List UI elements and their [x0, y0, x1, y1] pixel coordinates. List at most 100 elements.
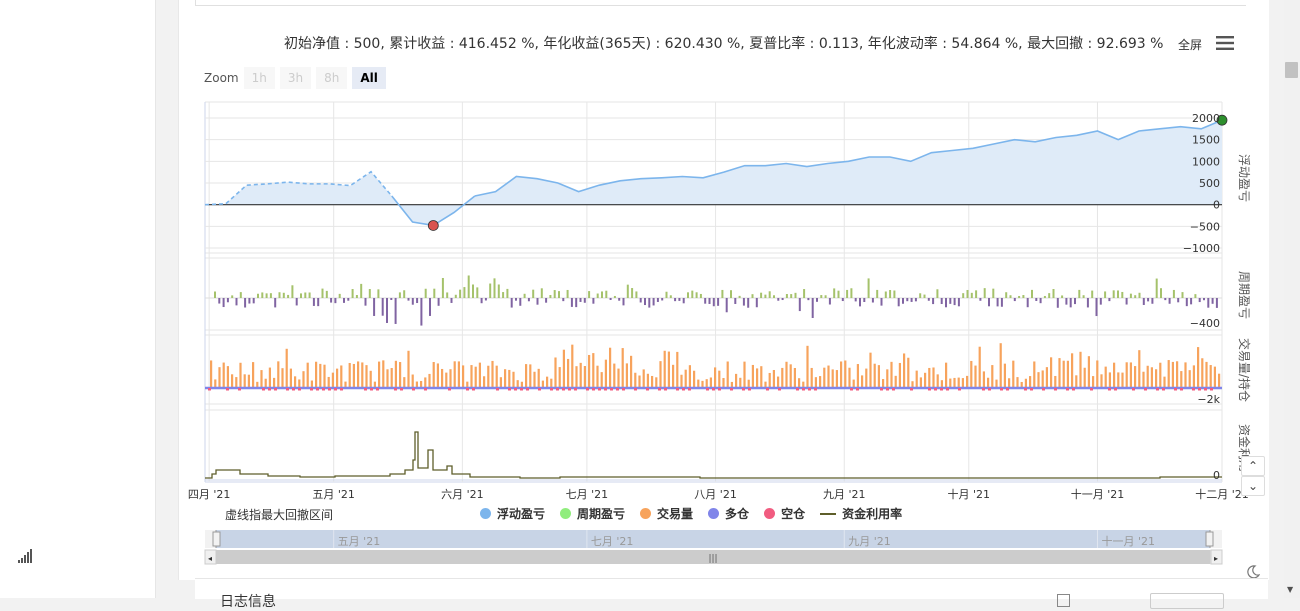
period-bar [1005, 292, 1008, 298]
volume-bar [386, 369, 389, 388]
period-bar [635, 291, 638, 298]
volume-bar [1142, 371, 1145, 388]
volume-bar [714, 367, 717, 388]
page-scrollbar[interactable]: ▼ [1284, 0, 1300, 598]
volume-bar [810, 367, 813, 388]
short-position-mark [310, 388, 313, 391]
period-bar [1198, 298, 1201, 303]
scroll-down-button[interactable]: ⌄ [1241, 476, 1265, 496]
short-position-mark [946, 388, 949, 391]
period-bar [768, 291, 771, 298]
volume-bar [319, 363, 322, 388]
legend-item-short[interactable]: 空仓 [764, 505, 805, 522]
navigator-right-handle[interactable] [1205, 531, 1214, 547]
short-position-mark [574, 388, 577, 391]
period-bar [867, 278, 870, 298]
period-bar [588, 291, 591, 298]
legend-label: 资金利用率 [842, 507, 903, 521]
legend-item-floating-pnl[interactable]: 浮动盈亏 [480, 505, 545, 522]
short-position-mark [988, 388, 991, 391]
volume-bar [394, 360, 397, 388]
navigator-tick-label: 七月 '21 [591, 535, 634, 548]
short-position-mark [598, 388, 601, 391]
period-bar [226, 298, 229, 303]
short-position-mark [340, 388, 343, 391]
pane-title: 交易量/持仓 [1237, 338, 1252, 402]
legend-item-volume[interactable]: 交易量 [640, 505, 693, 522]
navigator-left-handle[interactable] [212, 531, 221, 547]
period-bar [330, 298, 333, 303]
period-bar [1194, 294, 1197, 298]
period-bar [334, 298, 337, 304]
volume-bar [1163, 376, 1166, 388]
volume-bar [1075, 375, 1078, 388]
volume-bar [869, 352, 872, 388]
page-scrollbar-thumb[interactable] [1285, 62, 1298, 78]
short-position-mark [634, 388, 637, 391]
short-position-mark [1114, 388, 1117, 391]
volume-bar [756, 368, 759, 388]
volume-bar [457, 361, 460, 388]
period-bar [652, 298, 655, 306]
period-bar [489, 283, 492, 298]
period-bar [975, 290, 978, 298]
period-bar [325, 290, 328, 298]
scroll-left-arrow-icon[interactable]: ◂ [208, 554, 212, 563]
volume-bar [478, 362, 481, 388]
short-position-mark [520, 388, 523, 391]
volume-bar [999, 343, 1002, 388]
legend-item-utilization[interactable]: 资金利用率 [820, 505, 902, 522]
short-position-mark [712, 388, 715, 391]
navigator[interactable]: 五月 '21 七月 '21 九月 '21 十一月 '21 ||| ◂ ▸ [204, 530, 1223, 565]
log-action-button[interactable] [1150, 593, 1224, 609]
scrollbar-down-arrow-icon[interactable]: ▼ [1287, 585, 1293, 594]
pane-tick-label: 0 [1213, 469, 1220, 482]
volume-bar [840, 361, 843, 388]
short-position-mark [1180, 388, 1183, 391]
period-bar [1177, 298, 1180, 303]
period-bar [601, 291, 603, 298]
legend-label: 交易量 [657, 507, 694, 521]
volume-bar [432, 362, 435, 388]
period-bar [343, 298, 345, 303]
short-position-mark [514, 388, 517, 391]
volume-bar [835, 370, 838, 388]
volume-bar [659, 361, 662, 388]
period-bar [274, 298, 277, 308]
period-bar [794, 292, 797, 298]
scroll-up-button[interactable]: ⌃ [1241, 456, 1265, 476]
legend-item-period-pnl[interactable]: 周期盈亏 [560, 505, 625, 522]
short-position-mark [550, 388, 553, 391]
short-position-mark [880, 388, 883, 391]
period-bar [1104, 291, 1107, 298]
volume-bar [1024, 378, 1027, 388]
short-position-mark [556, 388, 559, 391]
period-bar [1065, 298, 1068, 305]
volume-bar [1146, 365, 1149, 388]
utilization-series [205, 431, 1222, 481]
period-bar [583, 298, 586, 303]
period-bar [1043, 295, 1046, 298]
volume-bar [348, 362, 351, 388]
log-checkbox[interactable] [1057, 594, 1070, 607]
period-bar [927, 298, 930, 301]
volume-bar [357, 361, 360, 388]
period-bar [678, 298, 681, 301]
short-position-mark [928, 388, 931, 391]
period-bar [480, 298, 483, 304]
scroll-right-arrow-icon[interactable]: ▸ [1214, 554, 1218, 563]
volume-bar [672, 364, 675, 388]
short-position-mark [718, 388, 721, 391]
period-bar [476, 287, 479, 298]
period-bar [1164, 298, 1167, 301]
period-bar [1031, 289, 1033, 298]
short-position-mark [730, 388, 733, 391]
moon-icon[interactable] [1246, 565, 1260, 579]
volume-bar [298, 379, 301, 388]
volume-bar [819, 376, 822, 388]
period-bar [459, 289, 462, 298]
period-bar [360, 283, 363, 298]
legend-item-long[interactable]: 多仓 [708, 505, 749, 522]
period-bar [312, 298, 315, 306]
short-position-mark [412, 388, 415, 391]
